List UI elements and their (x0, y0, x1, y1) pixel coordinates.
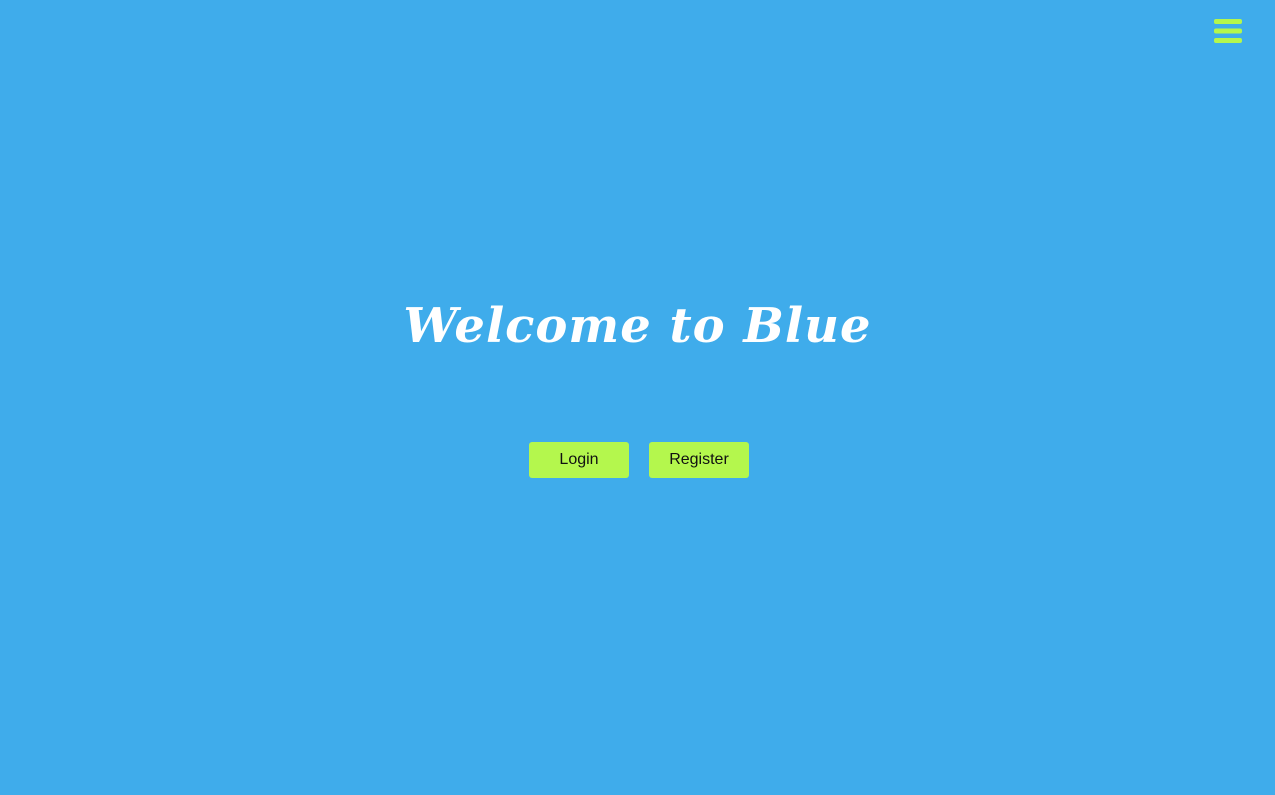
menu-button[interactable] (1213, 17, 1243, 45)
login-button[interactable]: Login (529, 442, 629, 478)
hamburger-menu-icon (1214, 19, 1242, 43)
auth-actions: Login Register (529, 442, 749, 478)
page-title: Welcome to Blue (403, 298, 872, 354)
register-button[interactable]: Register (649, 442, 749, 478)
